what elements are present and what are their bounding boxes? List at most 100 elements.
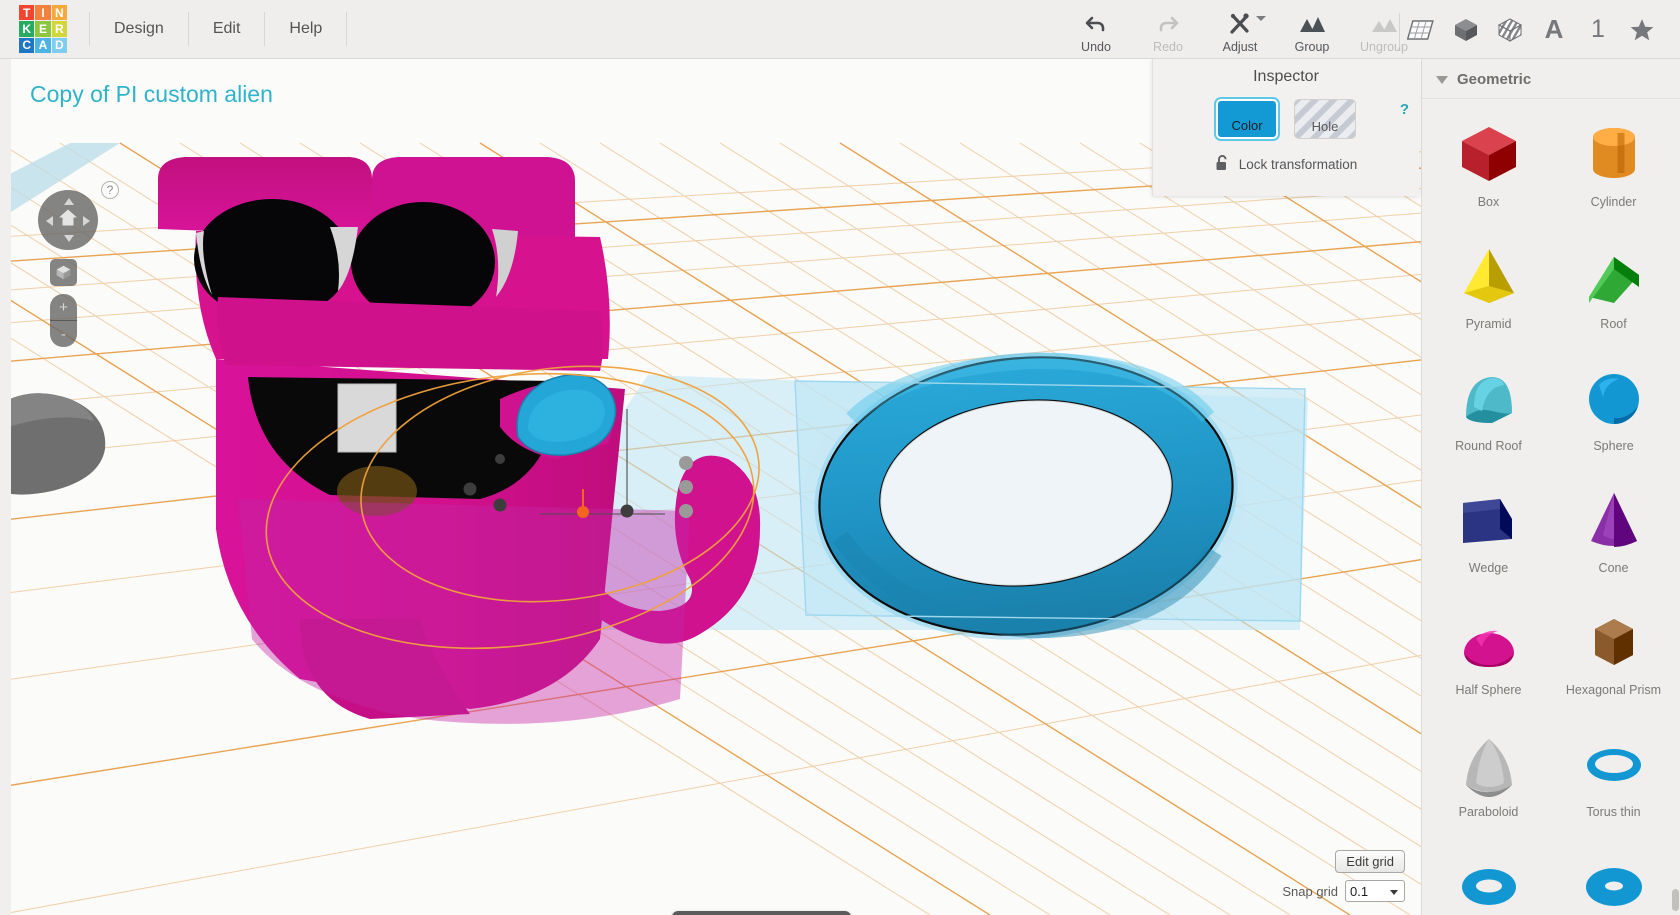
shape-pyramid-icon [1452,237,1526,315]
collapse-panel-button[interactable]: ❯ [1422,427,1423,473]
tinkercad-logo[interactable]: TINKERCAD [19,5,67,53]
undo-arrow-icon [1084,11,1108,37]
shape-hexagonal-prism-label: Hexagonal Prism [1565,683,1662,697]
shape-wedge-icon [1452,481,1526,559]
unlocked-padlock-icon [1215,154,1230,175]
shape-torus-thick[interactable]: Torus thick [1551,837,1676,915]
shape-library-panel: ❯ Geometric Box Cylinder Pyramid Roof [1421,59,1680,915]
logo-cell-c: C [19,37,35,53]
adjust-button[interactable]: Adjust [1204,0,1276,59]
zoom-out-button[interactable]: - [50,321,77,347]
shape-section-header[interactable]: Geometric [1422,59,1680,99]
logo-cell-k: K [19,21,35,37]
shape-pyramid[interactable]: Pyramid [1426,227,1551,347]
shape-torus-thin[interactable]: Torus thin [1551,715,1676,835]
canvas-help-icon[interactable]: ? [101,181,119,199]
shape-pyramid-label: Pyramid [1465,317,1512,331]
shape-box-label: Box [1477,195,1500,209]
menu-design[interactable]: Design [89,12,189,46]
shape-torus-thin-icon [1577,725,1651,803]
adjust-dropdown-caret[interactable] [1256,16,1266,21]
hole-swatch-button[interactable]: Hole [1294,99,1356,139]
ungroup-mountains-icon [1370,11,1398,37]
logo-cell-a: A [35,37,51,53]
chevron-down-icon [1390,890,1398,895]
shape-round-roof-icon [1452,359,1526,437]
view-navigation-pad[interactable] [38,190,98,250]
dismiss-align-tool-button[interactable]: ✕ Dismiss Align Tool [672,911,851,915]
shape-torus[interactable]: Torus [1426,837,1551,915]
undo-button[interactable]: Undo [1060,0,1132,59]
shape-round-roof-label: Round Roof [1455,439,1522,453]
shape-half-sphere[interactable]: Half Sphere [1426,593,1551,713]
text-letter-icon[interactable]: A [1532,8,1576,52]
inspector-panel: Inspector ? Color Hole Lock transformati… [1152,59,1419,196]
shape-hexagonal-prism[interactable]: Hexagonal Prism [1551,593,1676,713]
inspector-title: Inspector [1253,68,1319,85]
number-one-icon[interactable]: 1 [1576,8,1620,52]
group-mountains-icon [1298,11,1326,37]
chevron-down-icon[interactable] [1436,75,1448,84]
shape-torus-icon [1452,847,1526,915]
shape-cylinder-icon [1577,115,1651,193]
snap-grid-control: Snap grid 0.1 [1282,880,1405,902]
shape-half-sphere-label: Half Sphere [1455,683,1522,697]
panel-scrollbar-thumb[interactable] [1672,889,1679,911]
home-house-icon[interactable] [57,207,79,234]
nav-down-arrow-icon[interactable] [64,235,74,242]
snap-grid-value: 0.1 [1350,883,1369,899]
view-icon-group: A 1 [1399,0,1664,59]
inspector-swatches: Color Hole [1153,97,1419,141]
shape-paraboloid[interactable]: Paraboloid [1426,715,1551,835]
shape-cone[interactable]: Cone [1551,471,1676,591]
edit-tool-group: Undo Redo Adjust Group Ungroup [1060,0,1420,58]
color-swatch-label: Color [1231,118,1263,133]
shape-cylinder[interactable]: Cylinder [1551,105,1676,225]
shape-section-title: Geometric [1457,71,1532,88]
logo-cell-r: R [51,21,67,37]
shape-cone-label: Cone [1598,561,1629,575]
shape-torus-thin-label: Torus thin [1586,805,1641,819]
zoom-in-button[interactable]: + [50,294,77,321]
nav-right-arrow-icon[interactable] [83,216,90,226]
shape-round-roof[interactable]: Round Roof [1426,349,1551,469]
redo-arrow-icon [1156,11,1180,37]
shape-roof[interactable]: Roof [1551,227,1676,347]
shape-box[interactable]: Box [1426,105,1551,225]
shape-paraboloid-icon [1452,725,1526,803]
edit-grid-button[interactable]: Edit grid [1335,850,1405,873]
group-button[interactable]: Group [1276,0,1348,59]
shape-cylinder-label: Cylinder [1590,195,1637,209]
tinkercad-app: TINKERCAD Design Edit Help Undo Redo Adj… [0,0,1680,915]
menu-edit[interactable]: Edit [189,12,266,46]
shape-sphere[interactable]: Sphere [1551,349,1676,469]
solid-box-icon[interactable] [1444,8,1488,52]
shape-half-sphere-icon [1452,603,1526,681]
lock-transformation-row[interactable]: Lock transformation [1153,154,1419,175]
nav-up-arrow-icon[interactable] [64,198,74,205]
shape-grid: Box Cylinder Pyramid Roof Round Roof Sph… [1422,99,1680,915]
snap-grid-select[interactable]: 0.1 [1345,880,1405,902]
nav-left-arrow-icon[interactable] [46,216,53,226]
design-title[interactable]: Copy of PI custom alien [30,81,273,108]
logo-cell-t: T [19,5,35,21]
canvas-left-strip [0,59,11,915]
lock-transformation-label: Lock transformation [1238,157,1358,172]
shape-sphere-icon [1577,359,1651,437]
hole-box-icon[interactable] [1488,8,1532,52]
top-toolbar: TINKERCAD Design Edit Help Undo Redo Adj… [0,0,1680,59]
menu-help[interactable]: Help [265,12,348,46]
color-swatch-button[interactable]: Color [1214,97,1280,141]
star-favorite-icon[interactable] [1620,8,1664,52]
workplane-grid-icon[interactable] [1400,8,1444,52]
adjust-label: Adjust [1222,40,1258,54]
redo-button[interactable]: Redo [1132,0,1204,59]
inspector-help-icon[interactable]: ? [1400,101,1409,118]
shape-box-icon [1452,115,1526,193]
shape-roof-label: Roof [1600,317,1627,331]
fit-to-view-cube-icon[interactable] [50,259,77,286]
redo-label: Redo [1153,40,1183,54]
snap-grid-label: Snap grid [1282,883,1338,899]
shape-wedge[interactable]: Wedge [1426,471,1551,591]
hole-swatch-label: Hole [1311,119,1339,134]
